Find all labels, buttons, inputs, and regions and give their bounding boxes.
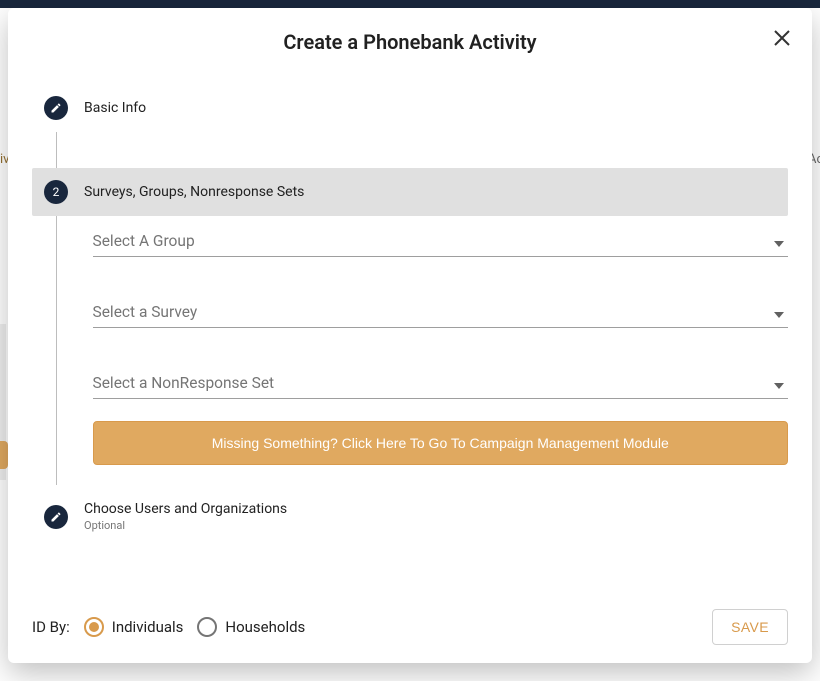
id-by-group: ID By: Individuals Households xyxy=(32,617,305,637)
missing-something-button[interactable]: Missing Something? Click Here To Go To C… xyxy=(93,421,789,465)
app-topbar xyxy=(0,0,820,8)
pencil-icon xyxy=(50,511,62,523)
radio-icon xyxy=(84,617,104,637)
select-nonresponse-input[interactable]: Select a NonResponse Set xyxy=(93,368,789,399)
step-2-circle: 2 xyxy=(44,180,68,204)
radio-households[interactable]: Households xyxy=(197,617,305,637)
step-3-label-wrap: Choose Users and Organizations Optional xyxy=(84,501,287,532)
radio-households-label: Households xyxy=(225,618,305,636)
radio-icon xyxy=(197,617,217,637)
radio-dot-icon xyxy=(89,622,99,632)
modal-header: Create a Phonebank Activity xyxy=(8,8,812,66)
step-1-label: Basic Info xyxy=(84,100,146,116)
connector-1 xyxy=(56,132,57,168)
radio-individuals-label: Individuals xyxy=(112,618,184,636)
modal-body[interactable]: Basic Info 2 Surveys, Groups, Nonrespons… xyxy=(8,66,812,595)
step-1-circle xyxy=(44,96,68,120)
select-survey-field[interactable]: Select a Survey xyxy=(93,297,789,328)
id-by-label: ID By: xyxy=(32,618,70,636)
step-users-orgs[interactable]: Choose Users and Organizations Optional xyxy=(32,489,788,544)
bg-chip xyxy=(0,441,8,469)
step-3-sublabel: Optional xyxy=(84,519,287,532)
close-button[interactable] xyxy=(770,26,794,50)
create-phonebank-modal: Create a Phonebank Activity Basic Info 2 xyxy=(8,8,812,663)
select-nonresponse-field[interactable]: Select a NonResponse Set xyxy=(93,368,789,399)
step-3-circle xyxy=(44,505,68,529)
modal-title: Create a Phonebank Activity xyxy=(28,30,792,54)
close-icon xyxy=(773,29,791,47)
select-group-input[interactable]: Select A Group xyxy=(93,226,789,257)
stepper: Basic Info 2 Surveys, Groups, Nonrespons… xyxy=(32,84,788,544)
step-surveys-groups[interactable]: 2 Surveys, Groups, Nonresponse Sets xyxy=(32,168,788,216)
step-2-content: Select A Group Select a Survey Select a … xyxy=(56,216,789,485)
step-2-label: Surveys, Groups, Nonresponse Sets xyxy=(84,184,304,200)
step-3-label: Choose Users and Organizations xyxy=(84,501,287,517)
modal-footer: ID By: Individuals Households SAVE xyxy=(8,595,812,663)
step-basic-info[interactable]: Basic Info xyxy=(32,84,788,132)
modal-body-wrap: Basic Info 2 Surveys, Groups, Nonrespons… xyxy=(8,66,812,595)
select-survey-input[interactable]: Select a Survey xyxy=(93,297,789,328)
pencil-icon xyxy=(50,102,62,114)
select-group-field[interactable]: Select A Group xyxy=(93,226,789,257)
step-2-number: 2 xyxy=(53,185,60,199)
radio-individuals[interactable]: Individuals xyxy=(84,617,184,637)
save-button[interactable]: SAVE xyxy=(712,609,788,645)
